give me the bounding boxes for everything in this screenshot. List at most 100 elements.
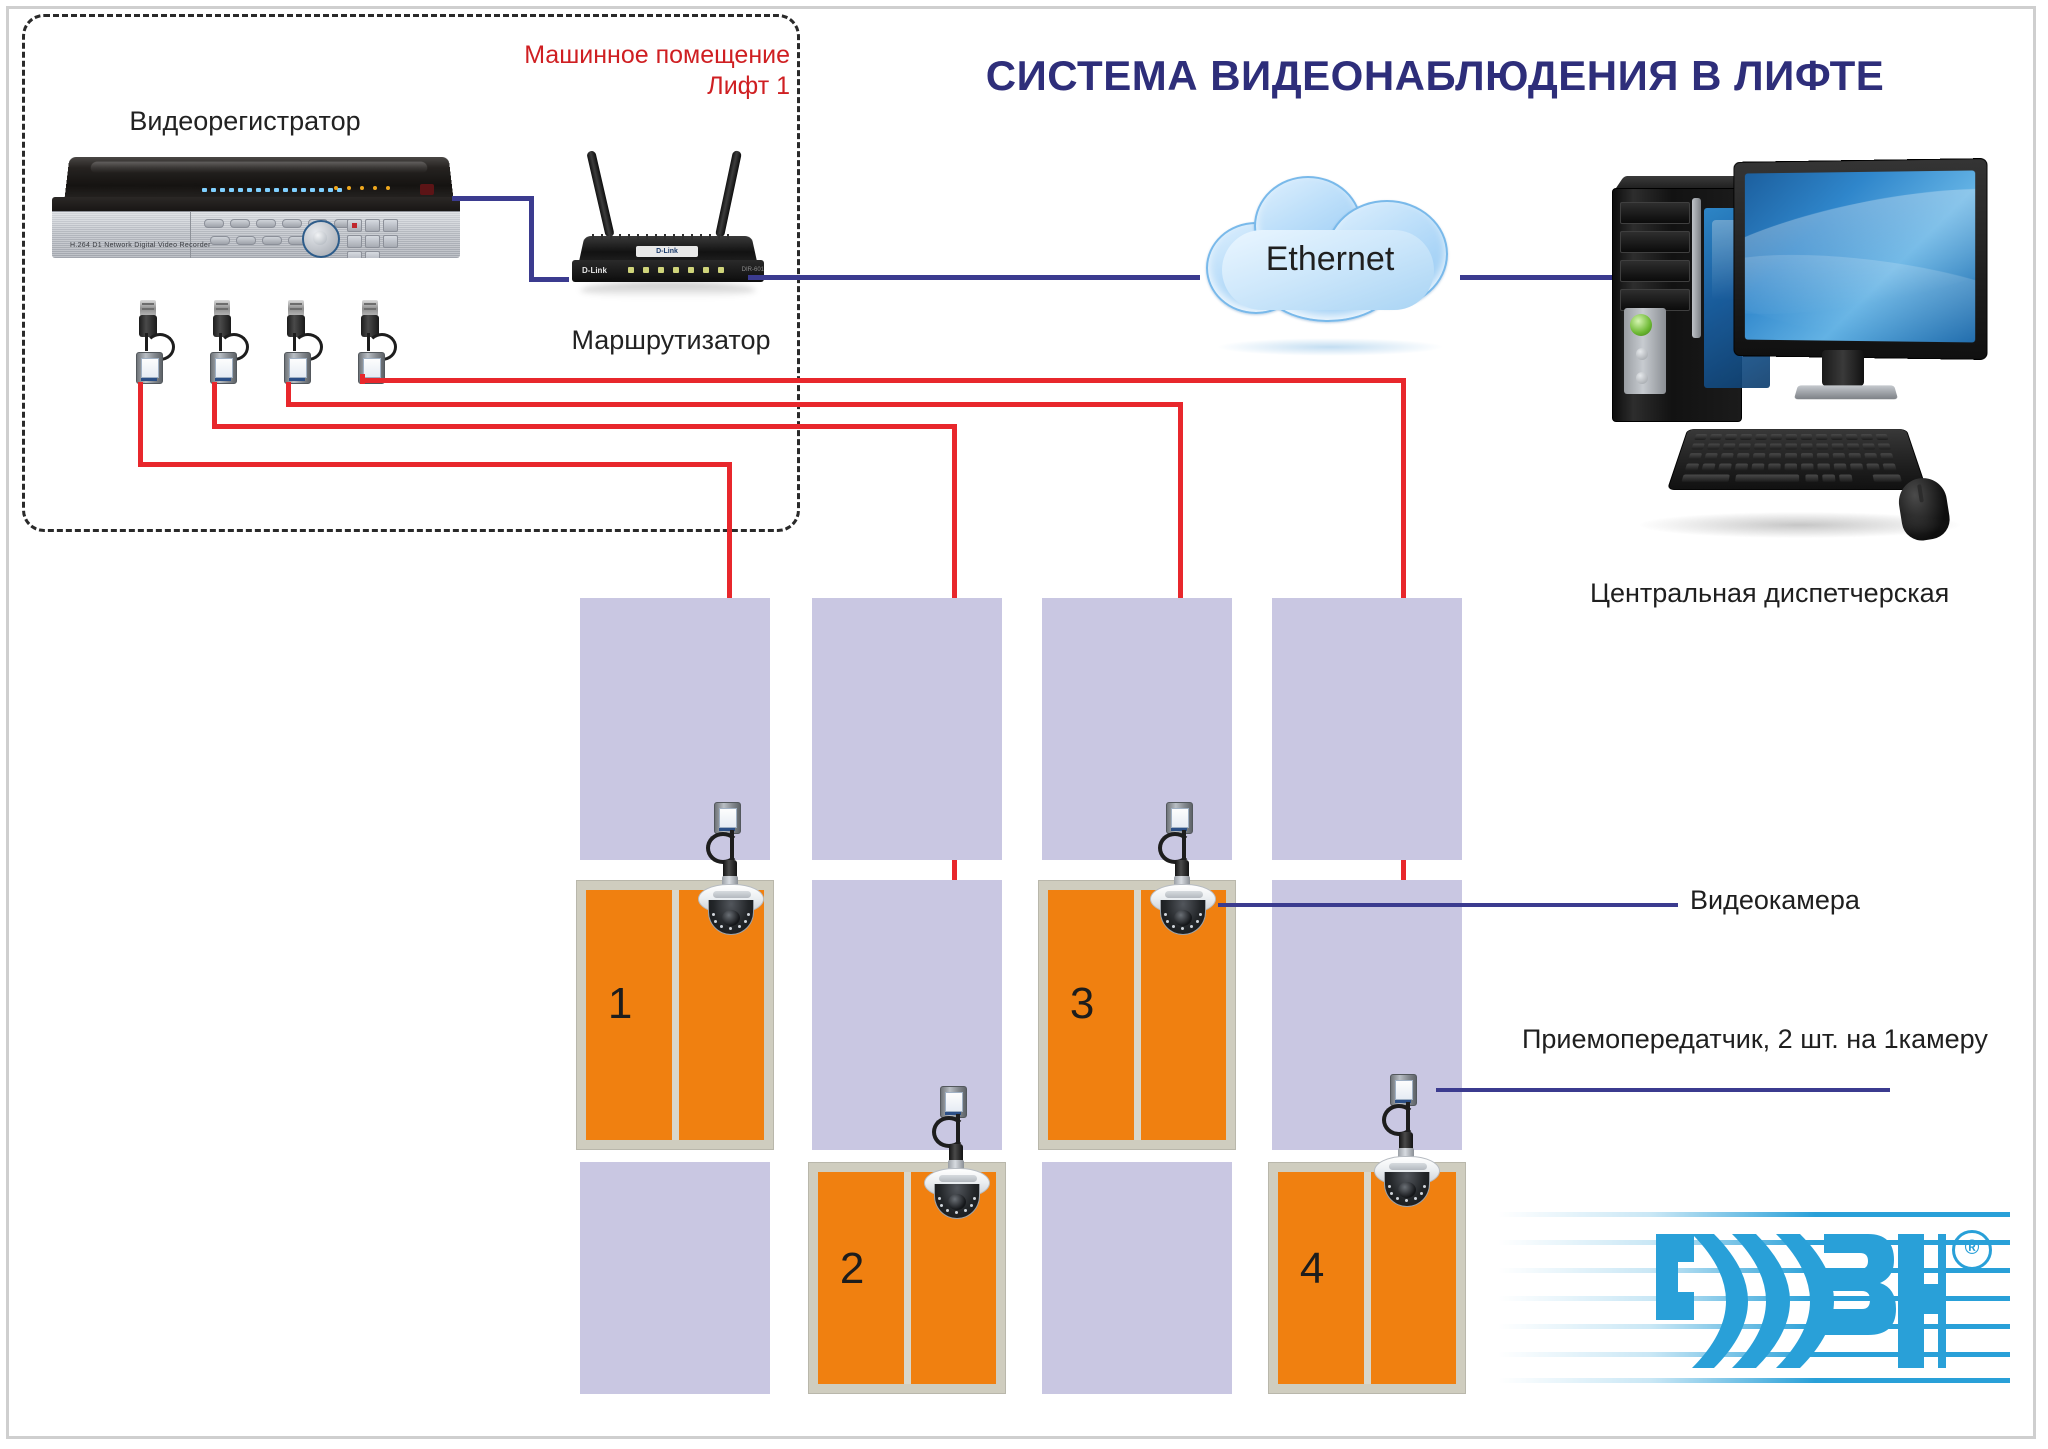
camera-callout-label: Видеокамера [1690,885,1860,915]
coax-run-3-h [286,402,1183,407]
camera-lens [1174,910,1192,926]
machine-room-label: Машинное помещение Лифт 1 [430,40,790,102]
shaft-cell-c2r1 [812,598,1002,860]
pc-aux-button[interactable] [1636,372,1648,384]
dome-camera-2 [919,1160,993,1224]
router-status-leds [628,267,738,273]
callout-line-transceiver [1436,1088,1890,1092]
router-label: Маршрутизатор [571,325,771,355]
bnc-connector-icon [362,300,378,316]
dvr-panel-divider [190,212,191,258]
router-reflection [580,282,756,298]
dvr-device: H.264 D1 Network Digital Video Recorder [46,155,466,260]
cloud-shadow [1216,338,1444,356]
router-logo: D-Link [636,246,698,257]
shaft-transceiver-4 [1390,1074,1417,1106]
workstation-label: Центральная диспетчерская [1590,578,1950,608]
router-model-text: DIR-601 [741,267,764,273]
shaft-cell-c2r2 [812,880,1002,1150]
monitor-neck [1822,350,1864,386]
camera-lens [1398,1182,1416,1198]
dome-camera-1 [693,876,767,940]
transceiver-box [136,352,163,384]
registered-trademark-icon: ® [1952,1230,1992,1270]
transceiver-box [210,352,237,384]
router-brand-text: D-Link [582,266,607,275]
transceiver-box [284,352,311,384]
dvr-label: Видеорегистратор [129,106,361,136]
cabin-door-gap [1133,890,1141,1140]
shaft-transceiver-1 [714,802,741,834]
callout-line-camera [1218,903,1678,907]
dome-camera-4 [1369,1148,1443,1212]
ethernet-cloud-label: Ethernet [1265,240,1395,278]
logo-mark-icon [1656,1234,1946,1368]
coax-run-2-h [212,424,957,429]
bnc-connector-icon [288,300,304,316]
ethernet-cloud: Ethernet [1198,170,1462,330]
cabin-door-gap [903,1172,911,1384]
shaft-cell-c3r1 [1042,598,1232,860]
shaft-transceiver-2 [940,1086,967,1118]
dvr-transceiver-2 [202,300,249,384]
monitor [1733,158,1988,360]
power-button-icon[interactable] [1630,314,1652,336]
bnc-connector-icon [140,300,156,316]
elevator-number: 4 [1299,1243,1325,1293]
router-device: D-Link D-Link DIR-601 [556,150,786,298]
router-antenna-right [714,150,743,238]
dvr-function-keys[interactable] [347,219,411,258]
elevator-number: 3 [1069,979,1095,1029]
machine-room-label-line1: Машинное помещение [524,41,790,69]
router-antenna-left [586,150,615,238]
dvr-front-panel: H.264 D1 Network Digital Video Recorder [52,211,460,258]
coax-run-2-v1 [212,382,217,428]
company-logo: ® [1498,1188,2010,1418]
cable-dvr-to-router-h2 [529,277,569,282]
coax-run-4-h [360,378,1406,383]
coax-run-1-v1 [138,382,143,466]
monitor-stand [1793,385,1899,400]
keyboard[interactable] [1666,429,1928,491]
dvr-ir-receiver [420,184,434,195]
dvr-transceiver-3 [276,300,323,384]
dvr-model-text: H.264 D1 Network Digital Video Recorder [70,242,211,249]
coax-run-1-h [138,462,732,467]
cable-dvr-to-router-h1 [452,196,534,201]
camera-lens [722,910,740,926]
shaft-cell-c4r1 [1272,598,1462,860]
camera-lens [948,1194,966,1210]
cable-dvr-to-router-v [529,196,534,282]
camera-dome [934,1184,980,1219]
elevator-number: 2 [839,1243,865,1293]
shaft-cell-c4r2 [1272,880,1462,1150]
pc-front-strip [1692,198,1701,338]
router-vents [592,234,742,240]
dome-camera-3 [1145,876,1219,940]
workstation-shadow [1640,512,1960,538]
workstation-computer [1600,158,2000,560]
dvr-transceiver-4 [350,300,397,384]
diagram-canvas: Машинное помещение Лифт 1 СИСТЕМА ВИДЕОН… [0,0,2048,1449]
camera-dome [1384,1172,1430,1207]
transceiver-callout-label: Приемопередатчик, 2 шт. на 1камеру [1522,1024,1988,1054]
cable-ethernet-to-workstation [1460,275,1620,280]
camera-dome [1160,900,1206,935]
dvr-transceiver-1 [128,300,175,384]
elevator-number: 1 [607,979,633,1029]
shaft-cell-c1r3 [580,1162,770,1394]
shaft-cell-c3r3 [1042,1162,1232,1394]
bnc-connector-icon [214,300,230,316]
pc-reset-button[interactable] [1636,348,1648,360]
shaft-cell-c1r1 [580,598,770,860]
shaft-transceiver-3 [1166,802,1193,834]
machine-room-label-line2: Лифт 1 [707,72,790,100]
monitor-screen [1744,170,1976,343]
dvr-status-leds [334,186,404,194]
cable-router-to-ethernet [748,275,1200,280]
camera-dome [708,900,754,935]
page-title: СИСТЕМА ВИДЕОНАБЛЮДЕНИЯ В ЛИФТЕ [985,52,1885,99]
cabin-door-gap [671,890,679,1140]
dvr-jog-dial[interactable] [302,220,340,258]
pc-drive-bays [1620,202,1690,318]
